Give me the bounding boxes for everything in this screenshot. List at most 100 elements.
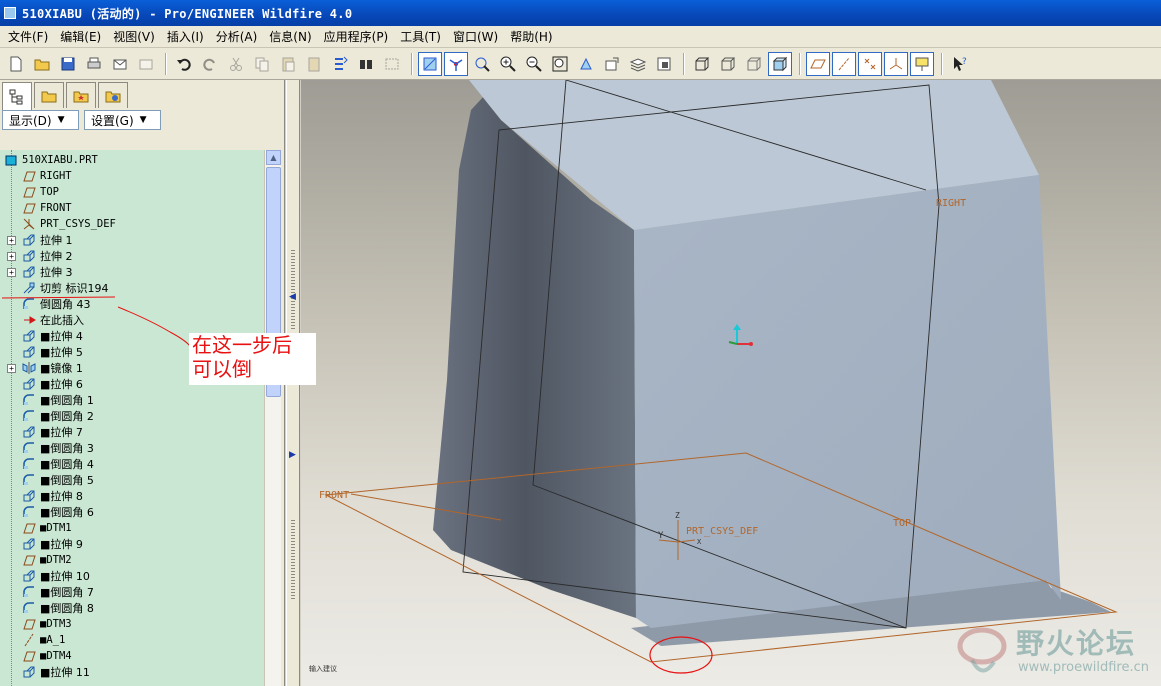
tree-item[interactable]: ■倒圆角 6 [0,504,264,520]
extrude-icon [22,489,36,503]
shading-button[interactable] [768,51,792,76]
tree-item-label: ■倒圆角 4 [40,458,94,471]
round-icon [22,457,36,471]
watermark-url: www.proewildfire.cn [1018,660,1149,675]
saved-views-button[interactable] [600,52,624,76]
zoom-in-button[interactable] [496,52,520,76]
tree-item[interactable]: ■倒圆角 5 [0,472,264,488]
tree-item-label: ■倒圆角 5 [40,474,94,487]
no-hidden-icon [747,57,762,70]
wireframe-button[interactable] [690,52,714,76]
datum-plane-icon [22,553,36,567]
saved-views-icon [605,57,619,70]
tree-item[interactable]: ■倒圆角 7 [0,584,264,600]
extrude-icon [22,569,36,583]
label-top: TOP [893,518,911,529]
zoom-out-button[interactable] [522,52,546,76]
proe-window: 510XIABU (活动的) - Pro/ENGINEER Wildfire 4… [0,0,1161,686]
datum-axes-icon [838,57,850,70]
menu-tools[interactable]: 工具(T) [394,28,447,45]
datum-points-toggle[interactable] [858,51,882,76]
tree-item-label: ■拉伸 8 [40,490,83,503]
tree-item-label: ■拉伸 10 [40,570,90,583]
view-manager-icon [580,57,592,69]
repaint-icon [423,57,437,70]
tree-item[interactable]: ■DTM3 [0,616,264,632]
spin-center-icon [449,58,463,71]
round-icon [22,601,36,615]
tree-item[interactable]: ■拉伸 9 [0,536,264,552]
expand-right-icon[interactable]: ▶ [289,450,296,460]
annotation-note: 在这一步后 可以倒 [189,333,316,385]
tree-item[interactable]: ■DTM1 [0,520,264,536]
spin-center-button[interactable] [444,51,468,76]
hidden-line-icon [721,57,736,70]
view-display-button[interactable] [652,52,676,76]
tree-item-label: ■DTM4 [40,650,72,662]
front-face[interactable] [634,175,1061,628]
hidden-line-button[interactable] [716,52,740,76]
wireframe-icon [695,57,710,70]
tree-item[interactable]: ■拉伸 7 [0,424,264,440]
select-box-icon [385,58,399,69]
watermark-title: 野火论坛 [1016,627,1137,660]
menu-applications[interactable]: 应用程序(P) [318,28,395,45]
layers-icon [629,57,647,72]
menu-window[interactable]: 窗口(W) [447,28,504,45]
find-button[interactable] [354,52,378,76]
tree-item[interactable]: ■拉伸 11 [0,664,264,680]
forum-watermark: 野火论坛 www.proewildfire.cn [952,618,1161,686]
tree-item[interactable]: ■拉伸 10 [0,568,264,584]
tree-item[interactable]: ■DTM4 [0,648,264,664]
datum-plane-icon [22,521,36,535]
toolbar-separator [799,52,801,75]
orient-mode-button[interactable] [470,52,494,76]
tree-item[interactable]: ■倒圆角 4 [0,456,264,472]
datum-plane-icon [22,617,36,631]
svg-text:?: ? [962,57,967,67]
extrude-icon [22,537,36,551]
tree-item-label: ■DTM1 [40,522,72,534]
datum-axes-toggle[interactable] [832,51,856,76]
view-manager-button[interactable] [574,52,598,76]
tree-item-label: ■倒圆角 8 [40,602,94,615]
tree-item-label: ■倒圆角 7 [40,586,94,599]
tree-item[interactable]: ■A_1 [0,632,264,648]
graphics-window[interactable]: RIGHT FRONT TOP PRT_CSYS_DEF Z Y X 输入建议 [301,80,1161,686]
annotations-icon [915,57,929,71]
annotations-toggle[interactable] [910,51,934,76]
refit-button[interactable] [548,52,572,76]
no-hidden-button[interactable] [742,52,766,76]
tree-item-label: ■倒圆角 6 [40,506,94,519]
tree-item[interactable]: ■倒圆角 3 [0,440,264,456]
select-box-button[interactable] [380,52,404,76]
tree-item[interactable]: ■拉伸 8 [0,488,264,504]
tree-item[interactable]: ■DTM2 [0,552,264,568]
tree-item-label: ■DTM2 [40,554,72,566]
zoom-in-icon [500,56,516,72]
round-icon [22,473,36,487]
csys-axis-y: Y [658,531,664,541]
tree-item[interactable]: ■倒圆角 2 [0,408,264,424]
regenerate-button[interactable] [328,52,352,76]
context-help-button[interactable]: ? [948,52,972,76]
layers-button[interactable] [626,52,650,76]
extrude-icon [22,425,36,439]
label-right: RIGHT [936,198,966,209]
repaint-button[interactable] [418,51,442,76]
tree-item-label: ■倒圆角 2 [40,410,94,423]
help-cursor-icon: ? [954,56,967,71]
model-scene[interactable]: RIGHT FRONT TOP PRT_CSYS_DEF Z Y X [301,80,1161,686]
datum-planes-icon [810,59,826,68]
label-front: FRONT [319,490,349,501]
csys-toggle[interactable] [884,51,908,76]
menu-help[interactable]: 帮助(H) [504,28,558,45]
tree-item[interactable]: ■倒圆角 8 [0,600,264,616]
tree-item-label: ■拉伸 7 [40,426,83,439]
sash-grip[interactable] [291,520,295,600]
csys-toggle-icon [889,57,903,69]
datum-plane-icon [22,649,36,663]
datum-axis-icon [22,633,36,647]
toolbar-separator [941,52,943,75]
datum-planes-toggle[interactable] [806,51,830,76]
